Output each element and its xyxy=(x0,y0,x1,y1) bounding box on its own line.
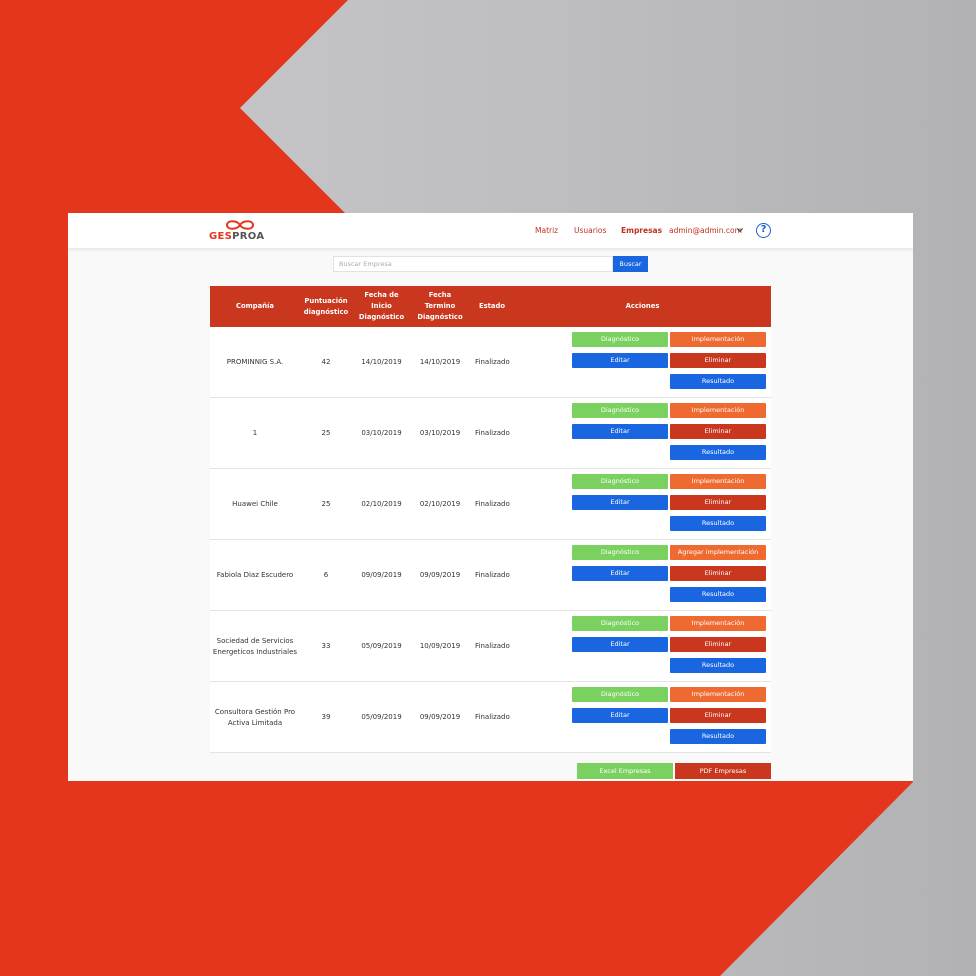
table-row: Consultora Gestión Pro Activa Limitada 39… xyxy=(210,682,771,753)
diagnostico-button[interactable]: Diagnóstico xyxy=(572,474,668,489)
eliminar-button[interactable]: Eliminar xyxy=(670,353,766,368)
cell-score: 6 xyxy=(323,571,329,579)
implementacion-button[interactable]: Implementación xyxy=(670,403,766,418)
cell-start-date: 02/10/2019 xyxy=(361,500,402,508)
editar-button[interactable]: Editar xyxy=(572,353,668,368)
cell-start-date: 05/09/2019 xyxy=(361,713,402,721)
implementacion-button[interactable]: Implementación xyxy=(670,687,766,702)
editar-button[interactable]: Editar xyxy=(572,495,668,510)
implementacion-button[interactable]: Agregar implementación xyxy=(670,545,766,560)
cell-company: Sociedad de Servicios Energeticos Indust… xyxy=(212,636,298,656)
editar-button[interactable]: Editar xyxy=(572,637,668,652)
cell-company: Fabiola Diaz Escudero xyxy=(216,571,294,579)
table-row: Fabiola Diaz Escudero 6 09/09/2019 09/09/20… xyxy=(210,540,771,611)
nav-matriz[interactable]: Matriz xyxy=(535,226,558,235)
cell-end-date: 09/09/2019 xyxy=(419,571,461,579)
eliminar-button[interactable]: Eliminar xyxy=(670,424,766,439)
cell-status: Finalizado xyxy=(475,500,510,508)
diagnostico-button[interactable]: Diagnóstico xyxy=(572,687,668,702)
cell-end-date: 14/10/2019 xyxy=(419,358,461,366)
diagnostico-button[interactable]: Diagnóstico xyxy=(572,403,668,418)
table-row: Sociedad de Servicios Energeticos Indust… xyxy=(210,611,771,682)
header-actions: Acciones xyxy=(625,302,660,310)
table-row: 1 25 03/10/2019 03/10/2019 Finalizado Diagnós… xyxy=(210,398,771,469)
cell-end-date: 09/09/2019 xyxy=(419,713,461,721)
pdf-export-button[interactable]: PDF Empresas xyxy=(675,763,771,779)
cell-company: Consultora Gestión Pro Activa Limitada xyxy=(214,707,296,727)
table-row: Huawei Chile 25 02/10/2019 02/10/2019 Finali… xyxy=(210,469,771,540)
resultado-button[interactable]: Resultado xyxy=(670,658,766,673)
cell-company: PROMINNIG S.A. xyxy=(226,358,284,366)
resultado-button[interactable]: Resultado xyxy=(670,587,766,602)
cell-company: 1 xyxy=(252,429,258,437)
diagnostico-button[interactable]: Diagnóstico xyxy=(572,545,668,560)
header-start-date: Fecha de Inicio Diagnóstico xyxy=(358,291,405,321)
cell-start-date: 03/10/2019 xyxy=(361,429,402,437)
eliminar-button[interactable]: Eliminar xyxy=(670,495,766,510)
cell-start-date: 05/09/2019 xyxy=(361,642,402,650)
editar-button[interactable]: Editar xyxy=(572,424,668,439)
cell-score: 25 xyxy=(321,429,331,437)
excel-export-button[interactable]: Excel Empresas xyxy=(577,763,673,779)
cell-start-date: 09/09/2019 xyxy=(361,571,402,579)
chevron-down-icon[interactable] xyxy=(737,227,743,233)
search-input[interactable]: Buscar Empresa xyxy=(333,256,613,272)
eliminar-button[interactable]: Eliminar xyxy=(670,708,766,723)
header-end-date: Fecha Termino Diagnóstico xyxy=(417,291,463,321)
header-company: Compañía xyxy=(236,302,274,310)
search-button[interactable]: Buscar xyxy=(613,256,648,272)
cell-start-date: 14/10/2019 xyxy=(361,358,402,366)
resultado-button[interactable]: Resultado xyxy=(670,729,766,744)
cell-status: Finalizado xyxy=(475,358,510,366)
eliminar-button[interactable]: Eliminar xyxy=(670,637,766,652)
help-icon[interactable]: ? xyxy=(756,223,771,238)
cell-score: 39 xyxy=(321,713,331,721)
implementacion-button[interactable]: Implementación xyxy=(670,616,766,631)
diagnostico-button[interactable]: Diagnóstico xyxy=(572,616,668,631)
diagnostico-button[interactable]: Diagnóstico xyxy=(572,332,668,347)
resultado-button[interactable]: Resultado xyxy=(670,516,766,531)
cell-end-date: 03/10/2019 xyxy=(419,429,461,437)
table-row: PROMINNIG S.A. 42 14/10/2019 14/10/2019 Fina… xyxy=(210,327,771,398)
logo[interactable]: GESPROA xyxy=(209,219,269,245)
resultado-button[interactable]: Resultado xyxy=(670,374,766,389)
editar-button[interactable]: Editar xyxy=(572,708,668,723)
header-status: Estado xyxy=(478,302,506,310)
cell-score: 33 xyxy=(321,642,331,650)
cell-status: Finalizado xyxy=(475,713,510,721)
navbar: GESPROA Matriz Usuarios Empresas admin@a… xyxy=(68,213,913,248)
app-screenshot: GESPROA Matriz Usuarios Empresas admin@a… xyxy=(68,213,913,781)
cell-end-date: 10/09/2019 xyxy=(419,642,461,650)
nav-empresas[interactable]: Empresas xyxy=(621,226,662,235)
cell-status: Finalizado xyxy=(475,642,510,650)
eliminar-button[interactable]: Eliminar xyxy=(670,566,766,581)
companies-table: Compañía Puntuación diagnóstico Fecha de… xyxy=(210,286,771,753)
infinity-logo-icon xyxy=(225,220,255,230)
table-header: Compañía Puntuación diagnóstico Fecha de… xyxy=(210,286,771,327)
resultado-button[interactable]: Resultado xyxy=(670,445,766,460)
nav-usuarios[interactable]: Usuarios xyxy=(574,226,606,235)
cell-status: Finalizado xyxy=(475,429,510,437)
logo-text: GESPROA xyxy=(209,231,265,242)
header-score: Puntuación diagnóstico xyxy=(303,296,349,316)
editar-button[interactable]: Editar xyxy=(572,566,668,581)
cell-status: Finalizado xyxy=(475,571,510,579)
cell-end-date: 02/10/2019 xyxy=(419,500,461,508)
cell-company: Huawei Chile xyxy=(232,500,278,508)
implementacion-button[interactable]: Implementación xyxy=(670,332,766,347)
cell-score: 42 xyxy=(321,358,331,366)
implementacion-button[interactable]: Implementación xyxy=(670,474,766,489)
user-menu[interactable]: admin@admin.com xyxy=(669,226,742,235)
cell-score: 25 xyxy=(321,500,331,508)
